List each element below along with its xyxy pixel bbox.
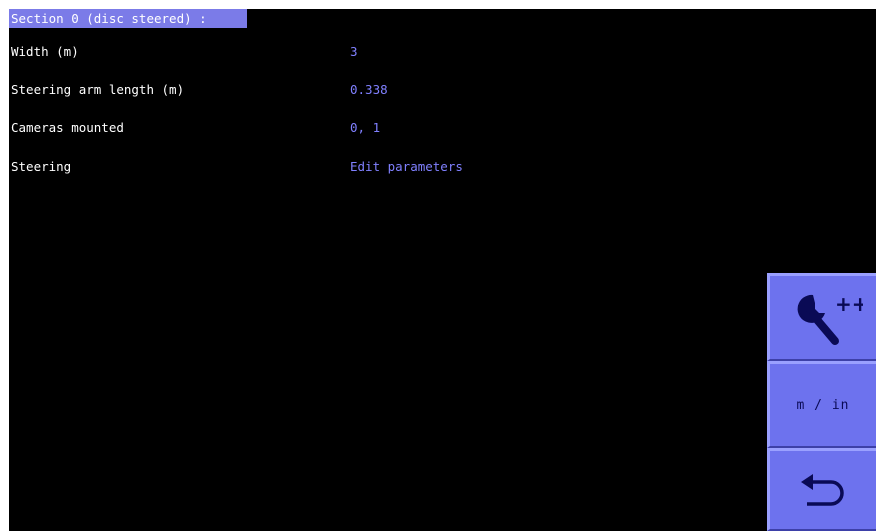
cameras-mounted-value[interactable]: 0, 1 xyxy=(350,118,380,138)
row-steering[interactable]: Steering Edit parameters xyxy=(9,157,709,177)
steering-label: Steering xyxy=(11,159,72,174)
cameras-mounted-label: Cameras mounted xyxy=(11,120,124,135)
row-width[interactable]: Width (m) 3 xyxy=(9,42,709,62)
advanced-settings-button[interactable]: ++ xyxy=(767,273,876,361)
return-arrow-icon xyxy=(801,474,844,506)
steering-arm-length-label: Steering arm length (m) xyxy=(11,82,185,97)
section-title: Section 0 (disc steered) : xyxy=(9,9,247,28)
wrench-plus-plus-icon: ++ xyxy=(797,292,863,345)
row-cameras-mounted[interactable]: Cameras mounted 0, 1 xyxy=(9,118,709,138)
advanced-label: ++ xyxy=(835,292,863,316)
steering-arm-length-value[interactable]: 0.338 xyxy=(350,80,388,100)
row-steering-arm-length[interactable]: Steering arm length (m) 0.338 xyxy=(9,80,709,100)
units-toggle-button[interactable]: m / in xyxy=(767,361,876,448)
settings-screen: Section 0 (disc steered) : Width (m) 3 S… xyxy=(9,9,876,531)
units-label: m / in xyxy=(796,397,850,413)
edit-parameters-link[interactable]: Edit parameters xyxy=(350,157,463,177)
width-label: Width (m) xyxy=(11,44,79,59)
back-button[interactable] xyxy=(767,448,876,531)
width-value[interactable]: 3 xyxy=(350,42,358,62)
